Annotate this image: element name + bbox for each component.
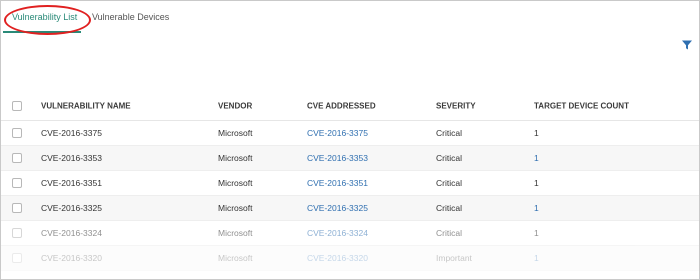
vulnerability-name: CVE-2016-3320	[41, 253, 102, 263]
row-checkbox[interactable]	[12, 203, 22, 213]
severity: Critical	[436, 153, 462, 163]
vendor: Microsoft	[218, 253, 253, 263]
cve-link[interactable]: CVE-2016-3375	[307, 128, 368, 138]
vulnerability-name: CVE-2016-3324	[41, 228, 102, 238]
column-header-target-device-count[interactable]: TARGET DEVICE COUNT	[534, 101, 629, 110]
tab-bar: Vulnerability List Vulnerable Devices	[1, 1, 699, 35]
table-row[interactable]: CVE-2016-3353 Microsoft CVE-2016-3353 Cr…	[1, 146, 699, 171]
row-checkbox[interactable]	[12, 178, 22, 188]
vendor: Microsoft	[218, 178, 253, 188]
vendor: Microsoft	[218, 153, 253, 163]
table-row[interactable]: CVE-2016-3324 Microsoft CVE-2016-3324 Cr…	[1, 221, 699, 246]
target-device-count: 1	[534, 178, 539, 188]
vendor: Microsoft	[218, 228, 253, 238]
severity: Critical	[436, 203, 462, 213]
cve-link[interactable]: CVE-2016-3353	[307, 153, 368, 163]
table-header-row: VULNERABILITY NAME VENDOR CVE ADDRESSED …	[1, 91, 699, 121]
row-checkbox[interactable]	[12, 128, 22, 138]
tab-vulnerable-devices[interactable]: Vulnerable Devices	[92, 12, 169, 22]
vulnerability-name: CVE-2016-3353	[41, 153, 102, 163]
severity: Critical	[436, 128, 462, 138]
table-row[interactable]: CVE-2016-3351 Microsoft CVE-2016-3351 Cr…	[1, 171, 699, 196]
filter-icon[interactable]	[681, 39, 693, 51]
cve-link[interactable]: CVE-2016-3325	[307, 203, 368, 213]
cve-link[interactable]: CVE-2016-3351	[307, 178, 368, 188]
target-device-count: 1	[534, 128, 539, 138]
cve-link[interactable]: CVE-2016-3320	[307, 253, 368, 263]
severity: Critical	[436, 178, 462, 188]
target-device-count[interactable]: 1	[534, 153, 539, 163]
row-checkbox[interactable]	[12, 153, 22, 163]
active-tab-indicator	[3, 31, 81, 33]
target-device-count[interactable]: 1	[534, 203, 539, 213]
select-all-checkbox[interactable]	[12, 100, 22, 111]
tab-vulnerability-list[interactable]: Vulnerability List	[12, 12, 77, 22]
target-device-count[interactable]: 1	[534, 253, 539, 263]
vendor: Microsoft	[218, 203, 253, 213]
column-header-severity[interactable]: SEVERITY	[436, 101, 476, 110]
row-checkbox[interactable]	[12, 253, 22, 263]
severity: Important	[436, 253, 472, 263]
vulnerability-name: CVE-2016-3351	[41, 178, 102, 188]
vulnerability-name: CVE-2016-3325	[41, 203, 102, 213]
table-row[interactable]: CVE-2016-3325 Microsoft CVE-2016-3325 Cr…	[1, 196, 699, 221]
column-header-vendor[interactable]: VENDOR	[218, 101, 252, 110]
table-row[interactable]: CVE-2016-3320 Microsoft CVE-2016-3320 Im…	[1, 246, 699, 271]
cve-link[interactable]: CVE-2016-3324	[307, 228, 368, 238]
vulnerability-name: CVE-2016-3375	[41, 128, 102, 138]
target-device-count: 1	[534, 228, 539, 238]
column-header-vulnerability-name[interactable]: VULNERABILITY NAME	[41, 101, 131, 110]
vendor: Microsoft	[218, 128, 253, 138]
table-row[interactable]: CVE-2016-3375 Microsoft CVE-2016-3375 Cr…	[1, 121, 699, 146]
severity: Critical	[436, 228, 462, 238]
vulnerability-table: VULNERABILITY NAME VENDOR CVE ADDRESSED …	[1, 91, 699, 271]
row-checkbox[interactable]	[12, 228, 22, 238]
vulnerability-panel: Vulnerability List Vulnerable Devices VU…	[0, 0, 700, 280]
column-header-cve-addressed[interactable]: CVE ADDRESSED	[307, 101, 376, 110]
